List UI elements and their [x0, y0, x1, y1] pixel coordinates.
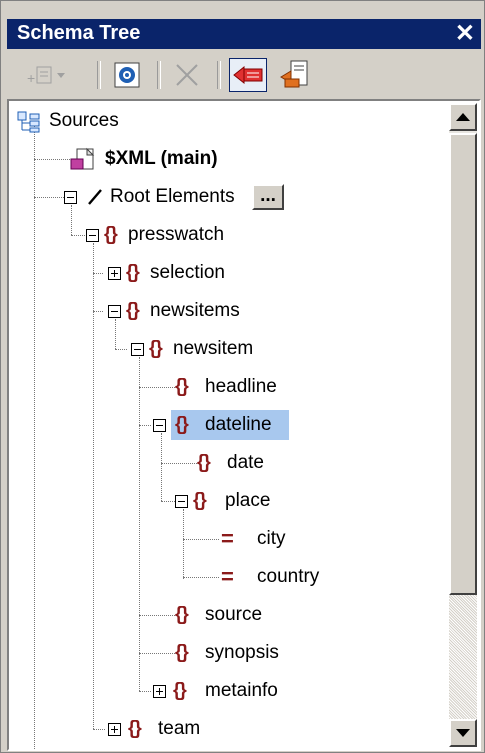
tree-label: metainfo [205, 680, 278, 701]
collapse-toggle[interactable] [153, 419, 166, 432]
sync-icon [233, 65, 263, 85]
tree-label: headline [205, 376, 277, 397]
vertical-scrollbar[interactable] [449, 103, 477, 747]
toolbar-separator [157, 61, 161, 89]
arrow-down-icon [456, 729, 470, 737]
tree-label: newsitems [150, 300, 240, 321]
tree-line [161, 501, 175, 502]
schema-tree[interactable]: Sources $XML (main) Root Elements ... {}… [7, 99, 481, 751]
tree-line [93, 273, 103, 274]
collapse-toggle[interactable] [108, 305, 121, 318]
tree-line [115, 349, 127, 350]
element-icon: {} [175, 604, 189, 625]
collapse-toggle[interactable] [64, 191, 77, 204]
element-icon: {} [126, 300, 140, 321]
attribute-icon: = [221, 564, 234, 589]
tree-line [139, 653, 175, 654]
tree-label: synopsis [205, 642, 279, 663]
title-bar: Schema Tree ✕ [7, 19, 481, 49]
tree-label: source [205, 604, 263, 625]
remove-icon [176, 64, 198, 86]
tree-label: team [158, 718, 201, 739]
tree-label: place [225, 490, 271, 511]
tree-label: Root Elements [110, 186, 235, 207]
collapse-toggle[interactable] [131, 343, 144, 356]
show-schema-button[interactable] [111, 59, 143, 91]
expand-toggle[interactable] [108, 267, 121, 280]
scroll-thumb[interactable] [449, 133, 477, 595]
tree-line [93, 311, 103, 312]
element-icon: {} [173, 680, 187, 701]
tree-line [139, 615, 175, 616]
tree-label: newsitem [173, 338, 254, 359]
tree-line [139, 425, 151, 426]
tree-label: city [257, 528, 286, 549]
reload-button[interactable] [279, 59, 311, 91]
tree-label: Sources [49, 110, 119, 131]
tree-line [93, 729, 105, 730]
schema-view-icon [114, 62, 140, 88]
collapse-toggle[interactable] [86, 229, 99, 242]
element-icon: {} [149, 338, 163, 359]
toolbar: + [7, 53, 481, 97]
scroll-down-button[interactable] [449, 719, 477, 747]
tree-line [183, 577, 219, 578]
tree-line [161, 463, 197, 464]
reload-icon [280, 60, 308, 88]
tree-label: country [257, 566, 320, 587]
add-item-icon: + [27, 66, 65, 86]
element-icon: {} [126, 262, 140, 283]
add-item-button[interactable]: + [23, 59, 67, 91]
tree-line [34, 159, 70, 160]
tree-line [139, 691, 151, 692]
element-icon: {} [175, 414, 189, 435]
element-icon: {} [175, 642, 189, 663]
arrow-up-icon [456, 113, 470, 121]
tree-line [183, 509, 184, 579]
attribute-icon: = [221, 526, 234, 551]
tree-label: dateline [205, 414, 272, 435]
tree-line [34, 197, 64, 198]
root-elements-options-button[interactable]: ... [252, 184, 284, 210]
xml-file-icon [70, 147, 95, 170]
scroll-up-button[interactable] [449, 103, 477, 131]
sync-button[interactable] [229, 58, 267, 92]
toolbar-separator [217, 61, 221, 89]
slash-icon [88, 189, 102, 205]
element-icon: {} [193, 490, 207, 511]
scroll-track[interactable] [449, 595, 477, 719]
element-icon: {} [197, 452, 211, 473]
expand-toggle[interactable] [108, 723, 121, 736]
tree-line [183, 539, 219, 540]
sources-icon [17, 111, 40, 133]
expand-toggle[interactable] [153, 685, 166, 698]
element-icon: {} [128, 718, 142, 739]
element-icon: {} [175, 376, 189, 397]
close-icon[interactable]: ✕ [455, 19, 475, 48]
tree-label: presswatch [128, 224, 225, 245]
tree-label: date [227, 452, 264, 473]
tree-line [71, 235, 85, 236]
collapse-toggle[interactable] [175, 495, 188, 508]
tree-label: selection [150, 262, 225, 283]
tree-line [161, 433, 162, 501]
window-title: Schema Tree [17, 22, 141, 44]
tree-line [139, 357, 140, 691]
toolbar-separator [97, 61, 101, 89]
schema-tree-window: Schema Tree ✕ + Sources $XML (main) Root… [0, 0, 485, 753]
tree-label: $XML (main) [105, 148, 218, 169]
tree-line [93, 243, 94, 729]
tree-line [139, 387, 175, 388]
tree-item-root-elements[interactable]: Root Elements ... [64, 182, 314, 212]
element-icon: {} [104, 224, 118, 245]
tree-line [34, 121, 35, 749]
remove-button[interactable] [171, 59, 203, 91]
svg-text:+: + [27, 70, 35, 86]
tree-line [115, 319, 116, 349]
